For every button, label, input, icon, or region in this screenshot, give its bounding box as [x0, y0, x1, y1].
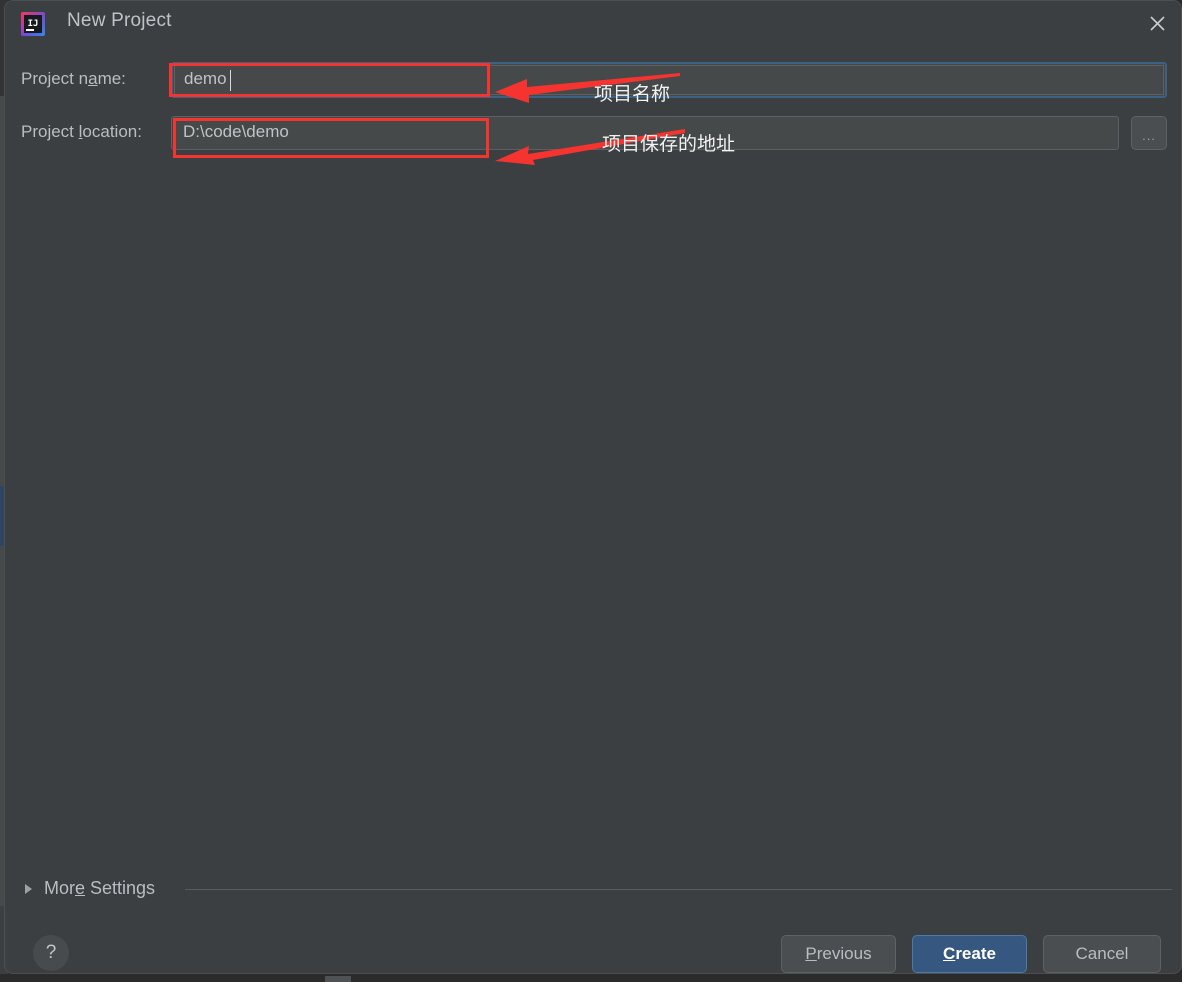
more-settings-label: More Settings [44, 878, 156, 898]
more-settings-expander[interactable]: More Settings [25, 878, 155, 899]
previous-button[interactable]: Previous [781, 935, 896, 973]
cancel-button[interactable]: Cancel [1043, 935, 1161, 973]
project-name-input[interactable]: demo [171, 62, 1167, 98]
dialog-titlebar: IJ New Project [5, 1, 1181, 47]
project-location-input[interactable]: D:\code\demo [171, 116, 1119, 150]
project-name-label: Project name: [21, 69, 126, 88]
close-icon[interactable] [1131, 1, 1181, 46]
help-button[interactable]: ? [33, 935, 69, 971]
triangle-right-icon [25, 883, 32, 894]
project-name-input-inner [174, 65, 1164, 95]
new-project-dialog: IJ New Project Project name: demo Projec… [4, 0, 1182, 974]
more-settings-separator [185, 889, 1172, 890]
question-mark-icon: ? [45, 942, 57, 963]
text-caret [230, 70, 231, 91]
project-name-value: demo [184, 69, 227, 88]
dialog-title: New Project [67, 10, 172, 31]
intellij-idea-icon: IJ [21, 12, 45, 36]
browse-folder-button[interactable]: ... [1131, 116, 1167, 150]
create-button[interactable]: Create [912, 935, 1027, 973]
project-location-label: Project location: [21, 122, 142, 141]
app-icon-glyph: IJ [24, 15, 42, 33]
project-location-value: D:\code\demo [183, 122, 289, 141]
taskbar-sliver [325, 976, 351, 982]
ellipsis-icon: ... [1142, 128, 1156, 143]
desktop-background-strip [0, 974, 1182, 982]
